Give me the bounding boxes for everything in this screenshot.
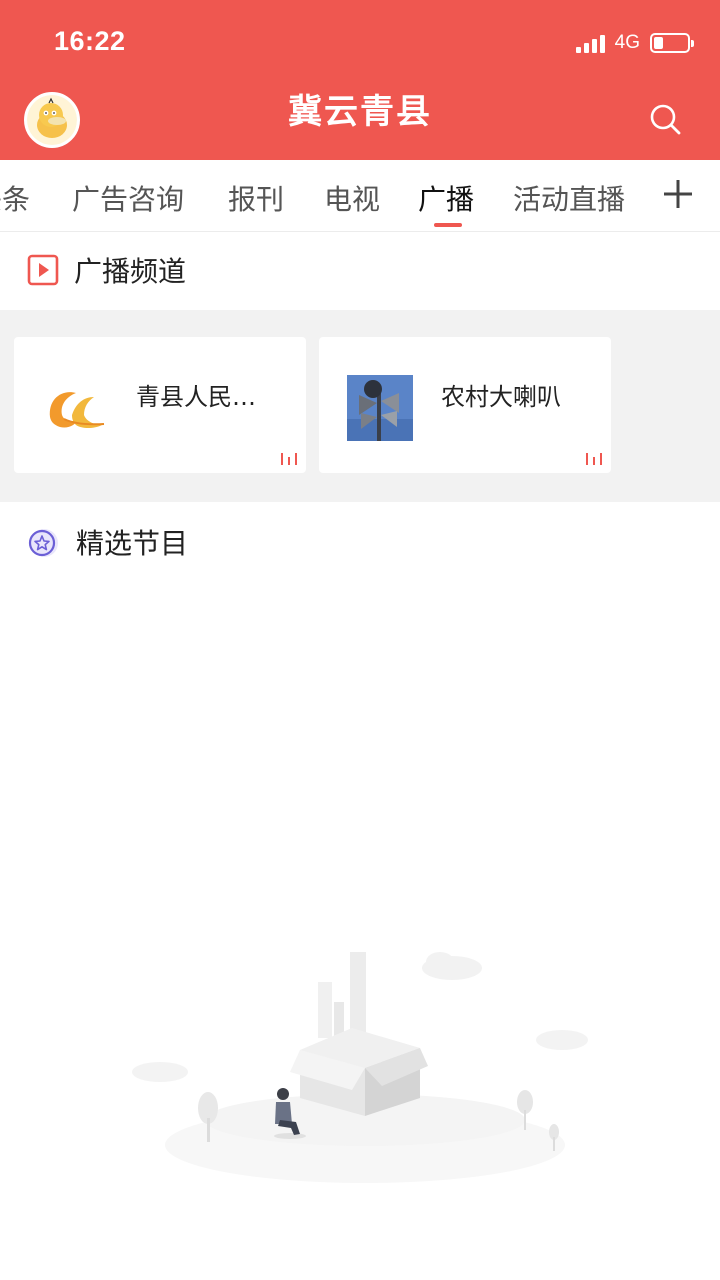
audio-wave-icon (586, 453, 602, 465)
tab-tv[interactable]: 电视 (324, 178, 380, 218)
tab-live-events[interactable]: 活动直播 (513, 178, 625, 218)
app-header: 16:22 4G 冀云青县 (0, 0, 720, 160)
broadcast-section-header: 广播频道 (26, 250, 186, 290)
empty-box-illustration (132, 952, 588, 1183)
channel-card[interactable]: 农村大喇叭 (319, 337, 611, 473)
tab-newspaper[interactable]: 报刊 (228, 178, 284, 218)
audio-wave-icon (281, 453, 297, 465)
broadcast-section-title: 广播频道 (74, 255, 187, 288)
network-type: 4G (614, 32, 640, 53)
page-title: 冀云青县 (288, 92, 432, 132)
signal-strength-icon (575, 33, 605, 53)
search-button[interactable] (648, 102, 684, 138)
tab-toutiao[interactable]: 头条 (0, 178, 30, 218)
tab-broadcast[interactable]: 广播 (418, 178, 474, 218)
battery-icon (650, 33, 694, 53)
search-icon (650, 104, 681, 135)
star-badge-icon (28, 529, 58, 557)
channel-card[interactable]: 青县人民… (14, 337, 306, 473)
qingxian-logo-icon (49, 392, 105, 428)
tab-ad-consulting[interactable]: 广告咨询 (72, 178, 184, 218)
status-indicators: 4G (575, 30, 694, 56)
featured-section-title: 精选节目 (76, 527, 189, 560)
active-tab-indicator (434, 223, 462, 227)
plus-icon (664, 180, 692, 208)
channel-name: 农村大喇叭 (441, 383, 561, 411)
channel-name: 青县人民… (136, 383, 256, 411)
status-time: 16:22 (54, 26, 126, 56)
loudspeaker-photo-icon (347, 375, 413, 441)
broadcast-channel-list: 青县人民… 农村大喇叭 (0, 310, 720, 502)
channel-tab-bar: 头条 广告咨询 报刊 电视 广播 活动直播 (0, 160, 720, 232)
featured-section-header: 精选节目 (26, 522, 188, 562)
play-box-icon (27, 254, 59, 286)
add-channel-button[interactable] (658, 172, 698, 216)
